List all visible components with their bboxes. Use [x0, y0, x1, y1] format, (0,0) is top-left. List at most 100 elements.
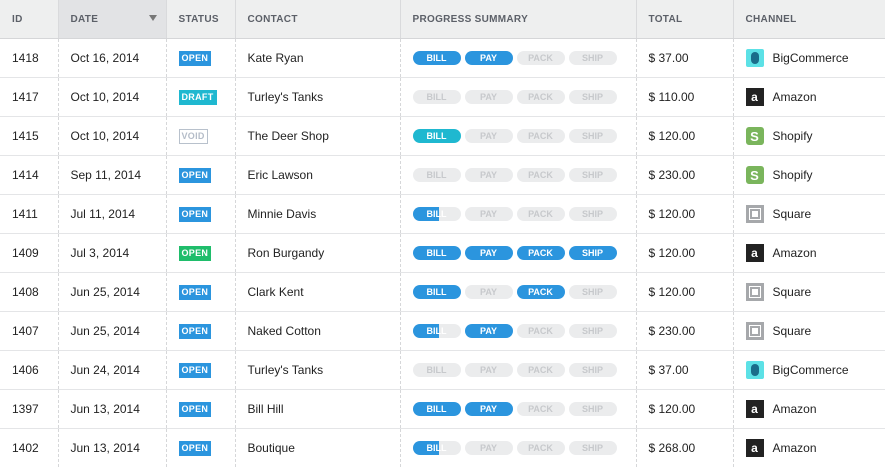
progress-label: PACK — [528, 209, 553, 219]
table-header: ID DATE STATUS CONTACT PROGRESS SUMMARY … — [0, 0, 885, 39]
progress-pack-pill: PACK — [516, 402, 565, 416]
progress-label: PACK — [528, 131, 553, 141]
order-status-cell: OPEN — [166, 350, 236, 390]
order-date-cell: Jun 25, 2014 — [58, 311, 167, 351]
progress-pills: BILL PAY PACK SHIP — [412, 324, 636, 338]
table-row[interactable]: 1407 Jun 25, 2014 OPEN Naked Cotton BILL PAY P… — [0, 311, 885, 351]
progress-pay-pill: PAY — [464, 90, 513, 104]
progress-pack-pill: PACK — [516, 324, 565, 338]
progress-summary-cell: BILL PAY PACK SHIP — [400, 311, 637, 351]
progress-pay-pill: PAY — [464, 207, 513, 221]
order-id-cell[interactable]: 1418 — [0, 38, 59, 78]
channel: a Amazon — [745, 439, 885, 457]
progress-bill-pill: BILL — [412, 363, 461, 377]
column-header-channel[interactable]: CHANNEL — [733, 0, 885, 39]
table-row[interactable]: 1418 Oct 16, 2014 OPEN Kate Ryan BILL PAY PACK… — [0, 38, 885, 78]
progress-summary-cell: BILL PAY PACK SHIP — [400, 38, 637, 78]
order-total-cell: $ 120.00 — [636, 194, 734, 234]
progress-pay-pill: PAY — [464, 168, 513, 182]
channel: S Shopify — [745, 166, 885, 184]
contact-cell[interactable]: The Deer Shop — [235, 116, 401, 156]
bigcommerce-icon — [745, 361, 764, 379]
progress-pack-pill: PACK — [516, 441, 565, 455]
contact-cell[interactable]: Boutique — [235, 428, 401, 467]
order-status-cell: OPEN — [166, 233, 236, 273]
progress-summary-cell: BILL PAY PACK SHIP — [400, 389, 637, 429]
square-icon — [745, 205, 764, 223]
table-row[interactable]: 1406 Jun 24, 2014 OPEN Turley's Tanks BILL PA… — [0, 350, 885, 390]
order-id-cell[interactable]: 1411 — [0, 194, 59, 234]
order-date-cell: Jun 13, 2014 — [58, 389, 167, 429]
order-id-cell[interactable]: 1415 — [0, 116, 59, 156]
order-id-cell[interactable]: 1417 — [0, 77, 59, 117]
sort-descending-icon[interactable] — [148, 15, 157, 21]
column-header-id[interactable]: ID — [0, 0, 59, 39]
order-id-cell[interactable]: 1402 — [0, 428, 59, 467]
contact-cell[interactable]: Eric Lawson — [235, 155, 401, 195]
column-header-total[interactable]: TOTAL — [636, 0, 734, 39]
contact-cell[interactable]: Turley's Tanks — [235, 77, 401, 117]
order-total-cell: $ 110.00 — [636, 77, 734, 117]
order-id-cell[interactable]: 1408 — [0, 272, 59, 312]
order-id-cell[interactable]: 1414 — [0, 155, 59, 195]
bigcommerce-mark — [750, 52, 759, 64]
order-id-cell[interactable]: 1409 — [0, 233, 59, 273]
progress-label: SHIP — [581, 92, 603, 102]
channel-name: BigCommerce — [772, 363, 849, 377]
channel: S Shopify — [745, 127, 885, 145]
progress-ship-pill: SHIP — [568, 402, 617, 416]
progress-bill-pill: BILL — [412, 207, 461, 221]
orders-table: ID DATE STATUS CONTACT PROGRESS SUMMARY … — [0, 0, 885, 467]
progress-pack-pill: PACK — [516, 129, 565, 143]
order-id-cell[interactable]: 1407 — [0, 311, 59, 351]
progress-ship-pill: SHIP — [568, 51, 617, 65]
column-header-status[interactable]: STATUS — [166, 0, 236, 39]
order-id-cell[interactable]: 1406 — [0, 350, 59, 390]
table-row[interactable]: 1417 Oct 10, 2014 DRAFT Turley's Tanks BILL P… — [0, 77, 885, 117]
progress-label: PACK — [528, 170, 553, 180]
progress-summary-cell: BILL PAY PACK SHIP — [400, 233, 637, 273]
progress-label: BILL — [426, 326, 447, 336]
column-header-progress[interactable]: PROGRESS SUMMARY — [400, 0, 637, 39]
progress-pills: BILL PAY PACK SHIP — [412, 441, 636, 455]
contact-cell[interactable]: Kate Ryan — [235, 38, 401, 78]
amazon-glyph: a — [751, 441, 758, 455]
channel: BigCommerce — [745, 361, 885, 379]
progress-bill-pill: BILL — [412, 51, 461, 65]
contact-cell[interactable]: Clark Kent — [235, 272, 401, 312]
contact-cell[interactable]: Bill Hill — [235, 389, 401, 429]
progress-label: PAY — [479, 287, 497, 297]
table-row[interactable]: 1408 Jun 25, 2014 OPEN Clark Kent BILL PAY PAC… — [0, 272, 885, 312]
table-row[interactable]: 1402 Jun 13, 2014 OPEN Boutique BILL PAY PACK S… — [0, 428, 885, 467]
order-date-cell: Jun 13, 2014 — [58, 428, 167, 467]
progress-pay-pill: PAY — [464, 285, 513, 299]
progress-label: SHIP — [581, 53, 603, 63]
order-status-cell: OPEN — [166, 311, 236, 351]
channel-name: Amazon — [772, 441, 817, 455]
column-header-date[interactable]: DATE — [58, 0, 167, 39]
table-row[interactable]: 1409 Jul 3, 2014 OPEN Ron Burgandy BILL PAY PA… — [0, 233, 885, 273]
progress-pack-pill: PACK — [516, 51, 565, 65]
table-row[interactable]: 1411 Jul 11, 2014 OPEN Minnie Davis BILL PAY P… — [0, 194, 885, 234]
order-id-cell[interactable]: 1397 — [0, 389, 59, 429]
order-total-cell: $ 120.00 — [636, 389, 734, 429]
table-row[interactable]: 1415 Oct 10, 2014 VOID The Deer Shop BILL PAY… — [0, 116, 885, 156]
contact-cell[interactable]: Turley's Tanks — [235, 350, 401, 390]
column-header-contact[interactable]: CONTACT — [235, 0, 401, 39]
contact-cell[interactable]: Minnie Davis — [235, 194, 401, 234]
progress-pay-pill: PAY — [464, 441, 513, 455]
table-row[interactable]: 1397 Jun 13, 2014 OPEN Bill Hill BILL PAY PACK… — [0, 389, 885, 429]
contact-cell[interactable]: Naked Cotton — [235, 311, 401, 351]
progress-label: PAY — [479, 248, 497, 258]
progress-label: PAY — [479, 209, 497, 219]
channel-cell: BigCommerce — [733, 38, 885, 78]
progress-ship-pill: SHIP — [568, 90, 617, 104]
contact-cell[interactable]: Ron Burgandy — [235, 233, 401, 273]
table-row[interactable]: 1414 Sep 11, 2014 OPEN Eric Lawson BILL PAY PA… — [0, 155, 885, 195]
progress-label: SHIP — [581, 209, 603, 219]
progress-label: PAY — [479, 92, 497, 102]
status-badge: OPEN — [178, 441, 212, 456]
square-icon — [745, 283, 764, 301]
channel: Square — [745, 283, 885, 301]
progress-label: SHIP — [581, 287, 603, 297]
